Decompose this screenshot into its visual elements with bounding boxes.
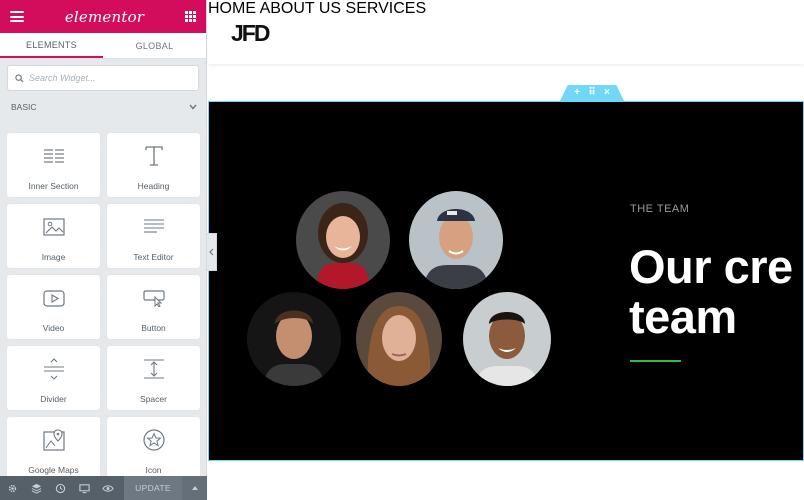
navigator-icon (31, 483, 41, 494)
settings-icon (8, 484, 16, 492)
widget-video[interactable]: Video (7, 275, 100, 339)
drag-section-icon[interactable]: ⠿ (588, 88, 595, 98)
button-icon (142, 290, 165, 307)
widget-label: Google Maps (28, 465, 79, 475)
team-member-photo (296, 191, 390, 289)
tab-global[interactable]: GLOBAL (103, 33, 206, 58)
widget-divider[interactable]: Divider (7, 346, 100, 410)
save-options-button[interactable] (182, 476, 207, 500)
widget-inner-section[interactable]: Inner Section (7, 133, 100, 197)
widget-label: Heading (137, 181, 170, 191)
search-icon (15, 73, 24, 83)
widget-label: Text Editor (133, 252, 174, 262)
widget-label: Icon (145, 465, 162, 475)
site-header: JFD HOME ABOUT US SERVICES (208, 0, 804, 64)
responsive-icon (78, 483, 90, 493)
history-button[interactable] (48, 476, 72, 500)
elementor-panel: elementor ELEMENTS GLOBAL BASIC Inner Se… (0, 0, 207, 500)
divider-icon (43, 358, 64, 380)
nav-services[interactable]: SERVICES (346, 0, 427, 17)
widget-spacer[interactable]: Spacer (107, 346, 200, 410)
image-icon (42, 218, 65, 236)
elementor-logo: elementor (64, 7, 145, 26)
add-section-icon[interactable]: + (574, 88, 580, 98)
chevron-down-icon (189, 104, 197, 110)
widget-heading[interactable]: Heading (107, 133, 200, 197)
team-member-photo (409, 191, 503, 289)
widget-grid: Inner Section Heading Image Text Editor … (7, 133, 200, 481)
responsive-button[interactable] (72, 476, 96, 500)
navigator-button[interactable] (24, 476, 48, 500)
widget-label: Divider (40, 394, 67, 404)
panel-header: elementor (0, 0, 206, 33)
widget-image[interactable]: Image (7, 204, 100, 268)
team-member-photo (463, 292, 551, 386)
team-member-photo (356, 292, 442, 386)
panel-collapse-toggle[interactable] (207, 233, 217, 271)
team-member-photo (247, 292, 341, 386)
map-icon (42, 429, 65, 451)
team-section[interactable]: THE TEAM Our cre team (208, 101, 804, 461)
caret-up-icon (191, 486, 198, 490)
delete-section-icon[interactable]: × (604, 88, 610, 98)
team-headline[interactable]: Our cre team (629, 240, 803, 343)
settings-button[interactable] (0, 476, 24, 500)
tab-elements[interactable]: ELEMENTS (0, 33, 103, 58)
nav-about-us[interactable]: ABOUT US (260, 0, 342, 17)
history-icon (55, 483, 65, 493)
widget-search-box (7, 65, 199, 91)
widget-text-editor[interactable]: Text Editor (107, 204, 200, 268)
widget-label: Spacer (140, 394, 167, 404)
headline-line-1: Our cre (629, 240, 793, 293)
widget-button[interactable]: Button (107, 275, 200, 339)
panel-tabs: ELEMENTS GLOBAL (0, 33, 206, 59)
video-icon (42, 289, 65, 307)
widget-google-maps[interactable]: Google Maps (7, 417, 100, 481)
category-label: BASIC (11, 102, 37, 112)
nav-home[interactable]: HOME (208, 0, 256, 17)
star-icon (142, 429, 165, 451)
team-eyebrow-label: THE TEAM (630, 203, 690, 215)
editor-canvas: JFD HOME ABOUT US SERVICES THE TEAM Our … (208, 0, 804, 500)
widget-label: Image (41, 252, 66, 262)
chevron-left-icon (209, 248, 214, 256)
spacer-icon (143, 359, 164, 379)
columns-icon (43, 149, 64, 163)
panel-footer: UPDATE (0, 476, 207, 500)
search-input[interactable] (29, 73, 189, 83)
widget-label: Button (141, 323, 166, 333)
update-button[interactable]: UPDATE (124, 476, 182, 500)
text-editor-icon (143, 219, 164, 233)
accent-divider (630, 360, 681, 362)
headline-line-2: team (629, 290, 737, 343)
preview-eye-icon (102, 484, 114, 492)
widget-label: Video (42, 323, 65, 333)
preview-button[interactable] (96, 476, 120, 500)
widget-label: Inner Section (28, 181, 79, 191)
widget-icon[interactable]: Icon (107, 417, 200, 481)
heading-icon (144, 146, 163, 166)
widgets-grid-icon[interactable] (185, 11, 196, 22)
editor-root: elementor ELEMENTS GLOBAL BASIC Inner Se… (0, 0, 804, 500)
category-basic-header[interactable]: BASIC (11, 102, 197, 112)
site-logo[interactable]: JFD (231, 20, 270, 47)
menu-hamburger-icon[interactable] (10, 11, 24, 22)
section-handle[interactable]: + ⠿ × (560, 85, 624, 101)
